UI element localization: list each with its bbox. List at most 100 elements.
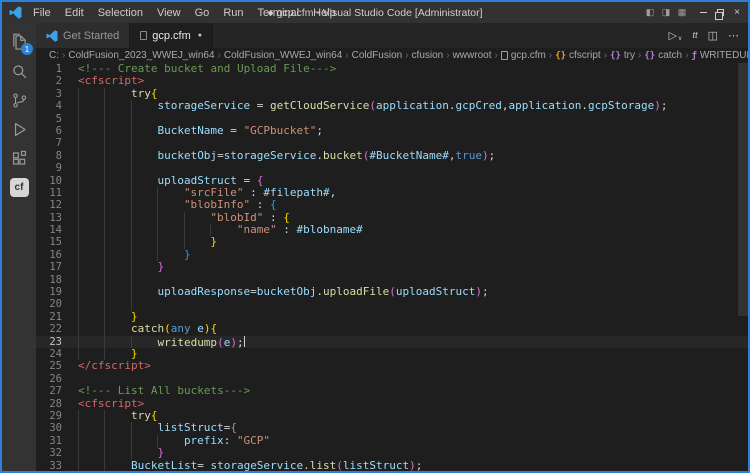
vscode-logo-icon (46, 30, 58, 42)
code-line-8[interactable]: 8bucketObj=storageService.bucket(#Bucket… (36, 150, 748, 162)
toggle-panel-icon[interactable]: ◨ (658, 7, 674, 18)
code-line-12[interactable]: 12"blobInfo" : { (36, 199, 748, 211)
line-number: 23 (36, 336, 78, 348)
code-text: uploadResponse=bucketObj.uploadFile(uplo… (78, 286, 489, 298)
indent-guide (131, 125, 157, 137)
code-line-22[interactable]: 22catch(any e){ (36, 323, 748, 335)
code-line-23[interactable]: 23writedump(e); (36, 336, 748, 348)
breadcrumb-item-cfscript[interactable]: {}cfscript (555, 50, 601, 61)
breadcrumb-item-wwwroot[interactable]: wwwroot (453, 50, 492, 61)
code-line-10[interactable]: 10uploadStruct = { (36, 175, 748, 187)
indent-guide (78, 261, 104, 273)
menu-selection[interactable]: Selection (91, 2, 150, 23)
symbol-braces-icon: {} (555, 51, 566, 61)
line-number: 32 (36, 447, 78, 459)
text-cursor (244, 336, 246, 347)
restore-icon (717, 9, 724, 16)
indent-guide (78, 175, 104, 187)
indent-guide (131, 249, 157, 261)
code-line-11[interactable]: 11"srcFile" : #filepath#, (36, 187, 748, 199)
menu-file[interactable]: File (26, 2, 58, 23)
code-line-29[interactable]: 29try{ (36, 410, 748, 422)
indent-guide (131, 162, 157, 174)
breadcrumbs: C:›ColdFusion_2023_WWEJ_win64›ColdFusion… (36, 48, 748, 63)
indent-guide (78, 212, 104, 224)
scrollbar-thumb[interactable] (738, 63, 748, 316)
activitybar-source-control[interactable] (7, 88, 31, 112)
code-line-13[interactable]: 13"blobId" : { (36, 212, 748, 224)
breadcrumb-item-catch[interactable]: {}catch (644, 50, 682, 61)
restore-button[interactable] (713, 2, 727, 23)
menu-edit[interactable]: Edit (58, 2, 91, 23)
code-line-14[interactable]: 14"name" : #blobname# (36, 224, 748, 236)
minimize-icon (700, 12, 707, 13)
code-line-4[interactable]: 4storageService = getCloudService(applic… (36, 100, 748, 112)
breadcrumb-item-writedump[interactable]: ƒWRITEDUMP (691, 50, 748, 61)
activitybar-coldfusion[interactable]: cf (7, 175, 31, 199)
menu-run[interactable]: Run (216, 2, 250, 23)
menu-view[interactable]: View (150, 2, 188, 23)
menu-help[interactable]: Help (306, 2, 343, 23)
line-number: 21 (36, 311, 78, 323)
code-line-5[interactable]: 5 (36, 113, 748, 125)
split-editor-icon[interactable]: ◫ (708, 29, 718, 42)
code-line-31[interactable]: 31prefix: "GCP" (36, 435, 748, 447)
line-number: 14 (36, 224, 78, 236)
indent-guide (78, 422, 104, 434)
code-line-9[interactable]: 9 (36, 162, 748, 174)
breadcrumb-item-coldfusion[interactable]: ColdFusion (352, 50, 403, 61)
breadcrumb-item-try[interactable]: {}try (610, 50, 635, 61)
activitybar-extensions[interactable] (7, 146, 31, 170)
indent-guide (78, 236, 104, 248)
breadcrumb-item-coldfusion-2023-wwej-win64[interactable]: ColdFusion_2023_WWEJ_win64 (68, 50, 214, 61)
breadcrumb-item-c[interactable]: C: (49, 50, 59, 61)
tab-get-started[interactable]: Get Started (36, 23, 130, 48)
indent-guide (78, 100, 104, 112)
tabs: Get Started gcp.cfm● (36, 23, 213, 48)
customize-layout-icon[interactable]: ▦ (674, 7, 690, 18)
activitybar-explorer[interactable]: 1 (7, 30, 31, 54)
tab-label: Get Started (63, 30, 119, 42)
code-line-20[interactable]: 20 (36, 298, 748, 310)
breadcrumb-item-gcp-cfm[interactable]: gcp.cfm (501, 50, 546, 61)
indent-guide (104, 261, 130, 273)
code-editor[interactable]: 1<!--- Create bucket and Upload File--->… (36, 63, 748, 471)
activitybar-run-and-debug[interactable] (7, 117, 31, 141)
line-number: 1 (36, 63, 78, 75)
toggle-sidebar-icon[interactable]: ◧ (642, 7, 658, 18)
menu-terminal[interactable]: Terminal (251, 2, 307, 23)
code-text (78, 298, 157, 310)
breadcrumb-label: ColdFusion (352, 50, 403, 61)
code-line-17[interactable]: 17} (36, 261, 748, 273)
indent-guide (104, 150, 130, 162)
scrollbar[interactable] (738, 63, 748, 471)
breadcrumb-item-cfusion[interactable]: cfusion (412, 50, 444, 61)
code-line-25[interactable]: 25</cfscript> (36, 360, 748, 372)
code-line-30[interactable]: 30listStruct={ (36, 422, 748, 434)
indent-guide (131, 113, 157, 125)
titlebar-layout-actions: ◧◨▦ (642, 7, 690, 18)
minimize-button[interactable] (696, 2, 710, 23)
indent-guide (157, 224, 183, 236)
line-number: 5 (36, 113, 78, 125)
code-line-15[interactable]: 15} (36, 236, 748, 248)
code-line-16[interactable]: 16} (36, 249, 748, 261)
indent-guide (104, 236, 130, 248)
tt-icon[interactable]: tt (692, 30, 697, 41)
line-number: 33 (36, 460, 78, 472)
extensions-icon (10, 149, 29, 168)
run-coldfusion-icon[interactable]: ▷∨ (668, 29, 682, 42)
indent-guide (131, 175, 157, 187)
tab-gcp-cfm[interactable]: gcp.cfm● (130, 23, 213, 48)
code-line-19[interactable]: 19uploadResponse=bucketObj.uploadFile(up… (36, 286, 748, 298)
code-line-33[interactable]: 33BucketList= storageService.list(listSt… (36, 460, 748, 472)
line-number: 28 (36, 398, 78, 410)
code-line-6[interactable]: 6BucketName = "GCPbucket"; (36, 125, 748, 137)
activitybar-search[interactable] (7, 59, 31, 83)
indent-guide (131, 187, 157, 199)
more-actions-icon[interactable]: ⋯ (728, 29, 739, 42)
breadcrumb-item-coldfusion-wwej-win64[interactable]: ColdFusion_WWEJ_win64 (224, 50, 342, 61)
close-button[interactable]: × (730, 2, 744, 23)
source-control-icon (10, 91, 29, 110)
menu-go[interactable]: Go (188, 2, 217, 23)
